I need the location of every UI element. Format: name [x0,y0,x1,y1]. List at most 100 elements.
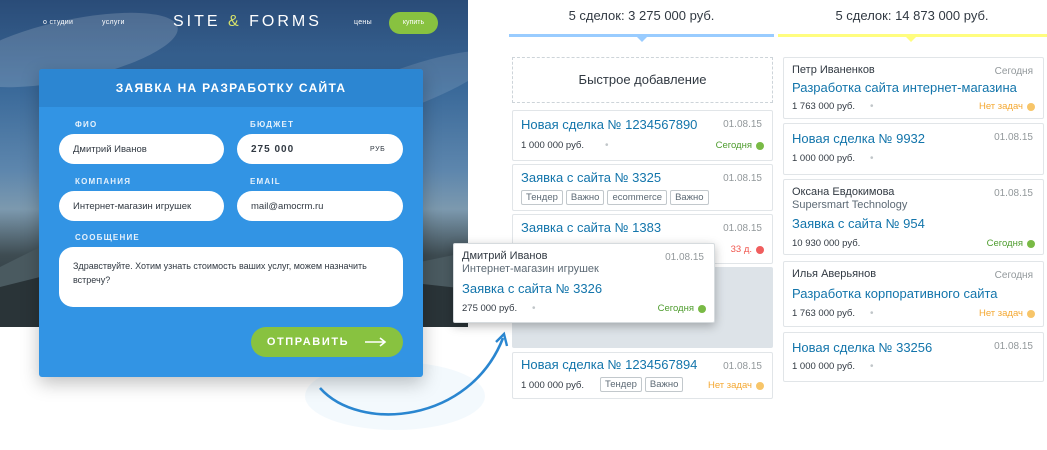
nav-prices-link[interactable]: цены [354,19,372,26]
logo-text-site: SITE [173,13,221,30]
currency-label: РУБ [370,146,386,153]
nav-about-link[interactable]: о студии [43,19,73,26]
form-title: ЗАЯВКА НА РАЗРАБОТКУ САЙТА [39,69,423,107]
deal-title-link[interactable]: Новая сделка № 1234567894 [521,357,697,372]
nav-services-link[interactable]: услуги [102,19,125,26]
deal-title-link[interactable]: Новая сделка № 33256 [792,340,932,355]
budget-label: БЮДЖЕТ [250,120,295,129]
task-status: Сегодня [716,140,764,151]
deal-price: 1 000 000 руб. [521,380,585,391]
logo-ampersand: & [228,13,242,30]
buy-button[interactable]: купить [389,12,438,34]
deal-price: 10 930 000 руб. [792,238,861,249]
separator-dot: • [870,361,874,372]
name-field[interactable] [59,134,224,164]
task-status-label: Нет задач [978,101,1023,112]
task-status: 33 д. [731,244,764,255]
deal-card[interactable]: Новая сделка № 1234567894 01.08.15 1 000… [512,352,773,399]
deal-card[interactable]: Петр Иваненков Сегодня Разработка сайта … [783,57,1044,119]
company-name[interactable]: Supersmart Technology [792,199,907,211]
deal-date: 01.08.15 [994,341,1033,352]
task-status-label: Сегодня [715,140,752,151]
task-status: Сегодня [658,303,706,314]
tag-list: Тендер Важно ecommerce Важно [521,190,709,205]
website-navbar: о студии услуги SITE & FORMS цены купить [0,0,468,48]
deal-title-link[interactable]: Заявка с сайта № 3326 [462,281,602,296]
task-status: Нет задач [979,101,1035,112]
separator-dot: • [870,153,874,164]
tag[interactable]: Важно [644,377,684,392]
quick-add-button[interactable]: Быстрое добавление [512,57,773,103]
email-field[interactable] [237,191,403,221]
deal-card[interactable]: Илья Аверьянов Сегодня Разработка корпор… [783,261,1044,327]
deal-title-link[interactable]: Заявка с сайта № 3325 [521,170,661,185]
separator-dot: • [870,101,874,112]
deal-title-link[interactable]: Новая сделка № 1234567890 [521,117,697,132]
contact-name[interactable]: Илья Аверьянов [792,268,876,280]
deal-card[interactable]: Новая сделка № 33256 01.08.15 1 000 000 … [783,332,1044,382]
stage-1-indicator-icon [637,37,647,42]
deal-card[interactable]: Новая сделка № 1234567890 01.08.15 1 000… [512,110,773,161]
deal-card[interactable]: Оксана Евдокимова Supersmart Technology … [783,179,1044,255]
deal-date: 01.08.15 [723,361,762,372]
status-dot-icon [1027,102,1035,111]
task-status-label: Нет задач [978,308,1023,319]
deal-price: 1 763 000 руб. [792,308,856,319]
name-label: ФИО [75,120,98,129]
deal-date: 01.08.15 [665,252,704,263]
deal-title-link[interactable]: Заявка с сайта № 954 [792,216,925,231]
company-name[interactable]: Интернет-магазин игрушек [462,263,599,275]
site-logo[interactable]: SITE & FORMS [173,13,322,31]
deal-date: 01.08.15 [723,223,762,234]
deal-title-link[interactable]: Новая сделка № 9932 [792,131,925,146]
task-status-label: Нет задач [707,380,752,391]
tag[interactable]: Важно [670,190,709,205]
stage-1-summary: 5 сделок: 3 275 000 руб. [568,8,715,23]
dragged-deal-card[interactable]: Дмитрий Иванов Интернет-магазин игрушек … [453,243,715,323]
tag[interactable]: Тендер [521,190,563,205]
status-dot-icon [756,245,764,254]
deal-card[interactable]: Новая сделка № 9932 01.08.15 1 000 000 р… [783,123,1044,175]
stage-2-indicator-icon [906,37,916,42]
deal-title-link[interactable]: Разработка сайта интернет-магазина [792,80,1017,95]
deal-date: 01.08.15 [994,132,1033,143]
email-label: EMAIL [250,177,281,186]
separator-dot: • [532,303,536,314]
status-dot-icon [756,381,764,390]
deal-price: 1 000 000 руб. [792,153,856,164]
status-dot-icon [1027,239,1035,248]
deal-title-link[interactable]: Разработка корпоративного сайта [792,286,998,301]
task-status-label: Сегодня [657,303,694,314]
task-status: Нет задач [708,380,764,391]
stage-2-summary: 5 сделок: 14 873 000 руб. [835,8,989,23]
deal-title-link[interactable]: Заявка с сайта № 1383 [521,220,661,235]
contact-name[interactable]: Петр Иваненков [792,64,875,76]
deal-date: 01.08.15 [723,119,762,130]
company-field[interactable] [59,191,224,221]
status-dot-icon [1027,309,1035,318]
tag[interactable]: Тендер [600,377,642,392]
task-status: Нет задач [979,308,1035,319]
message-label: СООБЩЕНИЕ [75,233,140,242]
deal-card[interactable]: Заявка с сайта № 3325 01.08.15 Тендер Ва… [512,164,773,211]
separator-dot: • [605,140,609,151]
contact-name[interactable]: Дмитрий Иванов [462,250,547,262]
tag[interactable]: ecommerce [607,190,668,205]
tag[interactable]: Важно [565,190,605,205]
deal-price: 275 000 руб. [462,303,518,314]
deal-price: 1 763 000 руб. [792,101,856,112]
separator-dot: • [870,308,874,319]
tag-list: Тендер Важно [600,377,684,392]
deal-date: 01.08.15 [723,173,762,184]
deal-date: Сегодня [994,270,1033,281]
status-dot-icon [698,304,706,313]
task-status-label: 33 д. [730,244,752,255]
deal-price: 1 000 000 руб. [521,140,585,151]
deal-date: 01.08.15 [994,188,1033,199]
deal-date: Сегодня [994,66,1033,77]
deal-price: 1 000 000 руб. [792,361,856,372]
company-label: КОМПАНИЯ [75,177,132,186]
message-field[interactable]: Здравствуйте. Хотим узнать стоимость ваш… [59,247,403,307]
status-dot-icon [756,141,764,150]
contact-name[interactable]: Оксана Евдокимова [792,186,894,198]
